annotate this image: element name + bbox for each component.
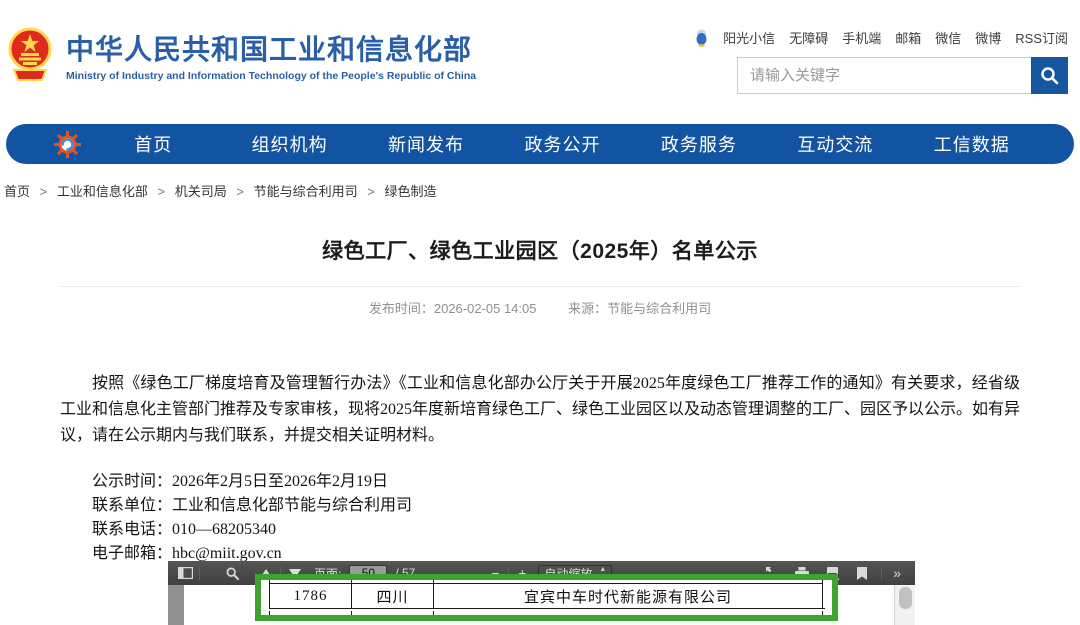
breadcrumb-separator: >	[367, 184, 375, 199]
contact-phone: 联系电话：010—68205340	[60, 518, 1020, 542]
site-title: 中华人民共和国工业和信息化部	[66, 33, 476, 67]
article-paragraph: 按照《绿色工厂梯度培育及管理暂行办法》《工业和信息化部办公厅关于开展2025年度…	[60, 371, 1020, 449]
cell-province: 四川	[351, 584, 433, 608]
publish-time: 发布时间：2026-02-05 14:05	[369, 301, 537, 316]
contact-block: 公示时间：2026年2月5日至2026年2月19日 联系单位：工业和信息化部节能…	[60, 470, 1020, 566]
page: 中华人民共和国工业和信息化部 Ministry of Industry and …	[0, 0, 1080, 625]
utility-links: 阳光小信 无障碍 手机端 邮箱 微信 微博 RSS订阅	[694, 28, 1068, 47]
article-source: 来源：节能与综合利用司	[568, 301, 711, 316]
search-icon	[1040, 66, 1059, 85]
nav-news[interactable]: 新闻发布	[358, 131, 494, 157]
page-title: 绿色工厂、绿色工业园区（2025年）名单公示	[60, 237, 1020, 267]
cell-company-name: 宜宾中车时代新能源有限公司	[433, 584, 823, 608]
breadcrumb-home[interactable]: 首页	[4, 184, 30, 199]
nav-gov-services[interactable]: 政务服务	[631, 131, 767, 157]
link-accessibility[interactable]: 无障碍	[789, 28, 828, 47]
nav-interaction[interactable]: 互动交流	[767, 131, 903, 157]
miit-gear-icon	[54, 131, 81, 158]
breadcrumb-separator: >	[158, 184, 166, 199]
breadcrumb-green-manufacturing[interactable]: 绿色制造	[384, 184, 436, 199]
site-subtitle: Ministry of Industry and Information Tec…	[66, 70, 476, 82]
breadcrumb: 首页 > 工业和信息化部 > 机关司局 > 节能与综合利用司 > 绿色制造	[4, 181, 436, 200]
search-button[interactable]	[1031, 57, 1068, 94]
sidebar-toggle-icon[interactable]	[176, 564, 194, 582]
nav-home[interactable]: 首页	[85, 131, 221, 157]
pdf-scrollbar-thumb[interactable]	[899, 587, 912, 609]
site-title-block: 中华人民共和国工业和信息化部 Ministry of Industry and …	[66, 33, 476, 82]
bookmark-icon[interactable]	[853, 564, 871, 582]
search-input[interactable]	[737, 57, 1031, 94]
publicity-period: 公示时间：2026年2月5日至2026年2月19日	[60, 470, 1020, 494]
contact-unit: 联系单位：工业和信息化部节能与综合利用司	[60, 494, 1020, 518]
national-emblem-icon	[8, 26, 52, 88]
search-bar	[737, 57, 1068, 94]
nav-data[interactable]: 工信数据	[904, 131, 1040, 157]
article: 绿色工厂、绿色工业园区（2025年）名单公示 发布时间：2026-02-05 1…	[60, 237, 1020, 566]
cell-sequence-number: 1786	[269, 584, 351, 608]
link-wechat[interactable]: 微信	[935, 28, 961, 47]
table-row-next-partial	[269, 611, 825, 617]
mascot-icon	[694, 29, 709, 47]
more-tools-button[interactable]: »	[893, 565, 901, 581]
main-nav: 首页 组织机构 新闻发布 政务公开 政务服务 互动交流 工信数据	[6, 124, 1074, 164]
breadcrumb-separator: >	[40, 184, 48, 199]
title-divider	[60, 286, 1020, 287]
breadcrumb-separator: >	[236, 184, 244, 199]
nav-gov-disclosure[interactable]: 政务公开	[494, 131, 630, 157]
pdf-table: 1786 四川 宜宾中车时代新能源有限公司	[269, 580, 825, 617]
nav-organization[interactable]: 组织机构	[221, 131, 357, 157]
breadcrumb-miit[interactable]: 工业和信息化部	[57, 184, 148, 199]
link-yangguangxiaoxin[interactable]: 阳光小信	[723, 28, 775, 47]
pdf-gutter	[168, 585, 184, 625]
article-meta: 发布时间：2026-02-05 14:05 来源：节能与综合利用司	[60, 298, 1020, 317]
site-logo: 中华人民共和国工业和信息化部 Ministry of Industry and …	[8, 26, 476, 88]
breadcrumb-energy-dept[interactable]: 节能与综合利用司	[254, 184, 358, 199]
link-mail[interactable]: 邮箱	[895, 28, 921, 47]
table-row-highlighted[interactable]: 1786 四川 宜宾中车时代新能源有限公司	[269, 584, 825, 609]
link-weibo[interactable]: 微博	[975, 28, 1001, 47]
toolbar-separator	[199, 566, 200, 580]
breadcrumb-departments[interactable]: 机关司局	[175, 184, 227, 199]
link-mobile[interactable]: 手机端	[842, 28, 881, 47]
find-icon[interactable]	[223, 564, 241, 582]
pdf-scrollbar[interactable]	[894, 585, 915, 625]
highlight-annotation-box: 1786 四川 宜宾中车时代新能源有限公司	[255, 574, 838, 621]
link-rss[interactable]: RSS订阅	[1015, 28, 1068, 47]
toolbar-separator	[881, 566, 882, 580]
